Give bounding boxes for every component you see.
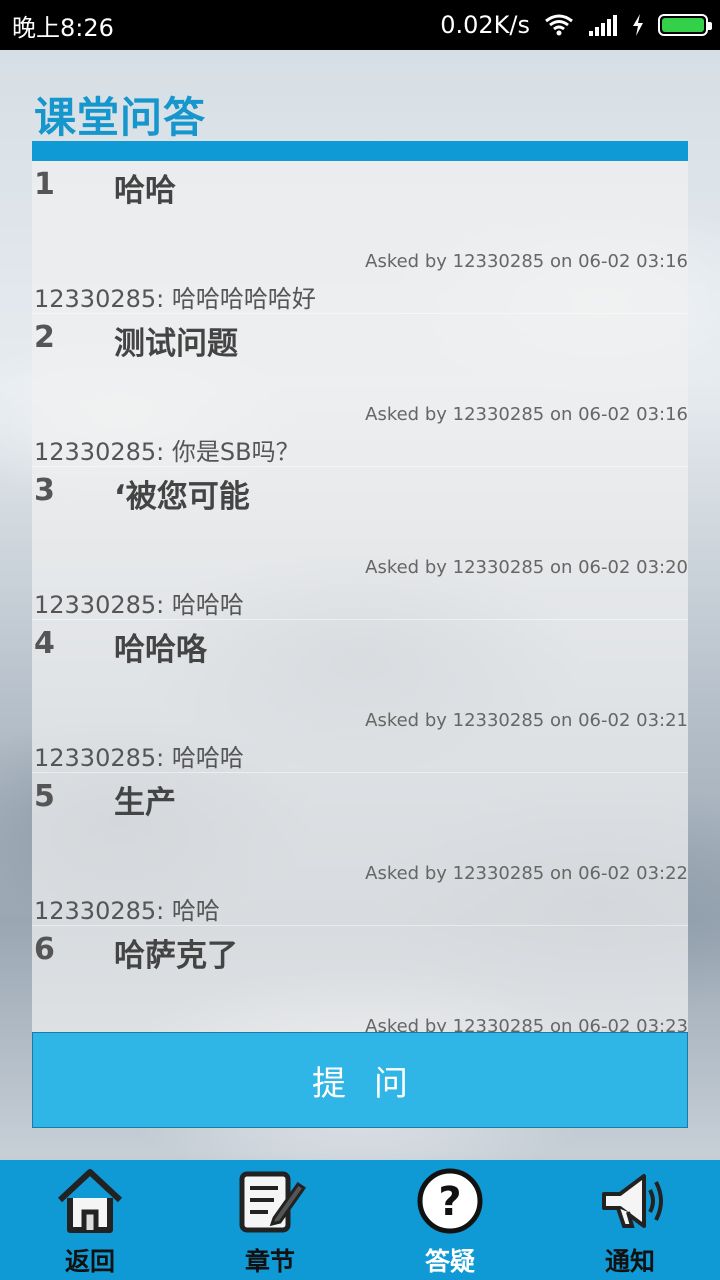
question-item[interactable]: 3 ‘被您可能 Asked by 12330285 on 06-02 03:20… xyxy=(32,467,688,620)
title-underline xyxy=(32,141,688,161)
question-item[interactable]: 1 哈哈 Asked by 12330285 on 06-02 03:16 12… xyxy=(32,161,688,314)
nav-item-qa[interactable]: ? 答疑 xyxy=(360,1160,540,1280)
battery-level xyxy=(662,18,704,32)
question-reply: 12330285: 哈哈哈 xyxy=(34,744,244,772)
bottom-nav: 返回 章节 ? 答疑 通知 xyxy=(0,1160,720,1280)
nav-label-notice: 通知 xyxy=(604,1247,655,1276)
question-meta: Asked by 12330285 on 06-02 03:21 xyxy=(365,710,688,731)
nav-label-chapters: 章节 xyxy=(244,1247,295,1276)
svg-text:?: ? xyxy=(438,1179,461,1225)
question-meta: Asked by 12330285 on 06-02 03:16 xyxy=(365,404,688,425)
question-meta: Asked by 12330285 on 06-02 03:23 xyxy=(365,1016,688,1032)
question-number: 2 xyxy=(34,320,55,355)
ask-question-button[interactable]: 提问 xyxy=(32,1032,688,1128)
question-number: 5 xyxy=(34,779,55,814)
status-bar: 晚上8:26 0.02K/s xyxy=(0,0,720,50)
question-number: 3 xyxy=(34,473,55,508)
question-number: 4 xyxy=(34,626,55,661)
battery-icon xyxy=(658,14,712,36)
home-icon xyxy=(54,1166,126,1240)
question-item[interactable]: 2 测试问题 Asked by 12330285 on 06-02 03:16 … xyxy=(32,314,688,467)
nav-item-notice[interactable]: 通知 xyxy=(540,1160,720,1280)
question-title: 哈哈咯 xyxy=(114,632,207,668)
question-reply: 12330285: 哈哈 xyxy=(34,897,220,925)
question-meta: Asked by 12330285 on 06-02 03:16 xyxy=(365,251,688,272)
nav-label-back: 返回 xyxy=(64,1247,115,1276)
megaphone-icon xyxy=(594,1166,666,1240)
notepad-pencil-icon xyxy=(234,1166,307,1240)
nav-item-back[interactable]: 返回 xyxy=(0,1160,180,1280)
question-mark-icon: ? xyxy=(414,1166,486,1240)
question-item[interactable]: 5 生产 Asked by 12330285 on 06-02 03:22 12… xyxy=(32,773,688,926)
question-item[interactable]: 6 哈萨克了 Asked by 12330285 on 06-02 03:23 xyxy=(32,926,688,1032)
charging-icon xyxy=(632,14,644,36)
question-meta: Asked by 12330285 on 06-02 03:22 xyxy=(365,863,688,884)
question-title: 哈萨克了 xyxy=(114,938,238,974)
page-title: 课堂问答 xyxy=(34,93,207,142)
question-title: 生产 xyxy=(114,785,176,821)
question-list[interactable]: 1 哈哈 Asked by 12330285 on 06-02 03:16 12… xyxy=(32,161,688,1032)
question-number: 6 xyxy=(34,932,55,967)
question-title: ‘被您可能 xyxy=(114,479,250,515)
nav-label-qa: 答疑 xyxy=(424,1247,475,1276)
question-number: 1 xyxy=(34,167,55,202)
question-title: 哈哈 xyxy=(114,173,176,209)
nav-item-chapters[interactable]: 章节 xyxy=(180,1160,360,1280)
question-reply: 12330285: 哈哈哈哈哈好 xyxy=(34,285,316,313)
question-reply: 12330285: 哈哈哈 xyxy=(34,591,244,619)
question-item[interactable]: 4 哈哈咯 Asked by 12330285 on 06-02 03:21 1… xyxy=(32,620,688,773)
question-meta: Asked by 12330285 on 06-02 03:20 xyxy=(365,557,688,578)
status-indicators: 0.02K/s xyxy=(440,11,712,39)
wifi-icon xyxy=(544,13,574,37)
network-speed: 0.02K/s xyxy=(440,11,530,39)
question-reply: 12330285: 你是SB吗？ xyxy=(34,438,300,466)
signal-icon xyxy=(588,13,618,37)
question-title: 测试问题 xyxy=(114,326,238,362)
status-time: 晚上8:26 xyxy=(12,13,114,42)
